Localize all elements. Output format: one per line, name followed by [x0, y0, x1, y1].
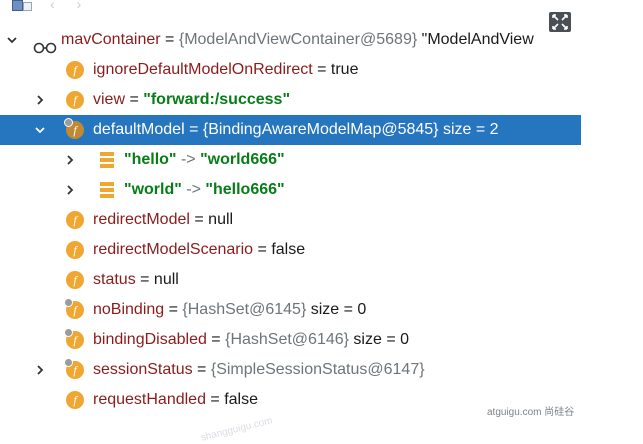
map-key: "hello" — [124, 151, 177, 168]
navigation-arrows: ‹› — [50, 0, 103, 12]
object-reference: {SimpleSessionStatus@6147} — [210, 361, 425, 378]
object-reference: {ModelAndViewContainer@5689} — [178, 31, 418, 48]
field-name: sessionStatus — [93, 361, 193, 378]
tree-row-text: ignoreDefaultModelOnRedirect = true — [93, 55, 358, 85]
map-value: "hello666" — [205, 181, 285, 198]
field-value: false — [271, 241, 306, 258]
map-entry-icon — [100, 182, 114, 198]
field-icon: f — [66, 61, 84, 79]
field-icon: f — [66, 211, 84, 229]
back-icon[interactable]: ‹ — [50, 0, 77, 12]
field-name: bindingDisabled — [93, 331, 207, 348]
tree-row-bindingDisabled[interactable]: f bindingDisabled = {HashSet@6146} size … — [0, 325, 581, 355]
tree-row-map-entry[interactable]: "hello" -> "world666" — [0, 145, 581, 175]
field-icon: f — [64, 328, 84, 349]
equals-sign: = — [205, 391, 225, 408]
tree-row-redirectModel[interactable]: f redirectModel = null — [0, 205, 581, 235]
debugger-frame-icon[interactable] — [12, 0, 38, 12]
watch-glasses-icon — [33, 35, 57, 54]
variables-panel: ‹› mavContainer = {ModelAndViewContainer… — [0, 0, 581, 437]
size-label: size = 2 — [438, 121, 499, 138]
variable-name: mavContainer — [61, 31, 161, 48]
map-arrow: -> — [181, 181, 206, 198]
field-value: null — [153, 271, 179, 288]
size-label: size = 0 — [348, 331, 410, 348]
field-name: requestHandled — [93, 391, 206, 408]
expand-chevron-icon[interactable] — [63, 145, 77, 175]
map-entry-icon — [100, 152, 114, 168]
expand-chevron-icon[interactable] — [63, 175, 77, 205]
field-icon: f — [66, 91, 84, 109]
tree-row-text: status = null — [93, 265, 179, 295]
tree-row-ignoreDefaultModelOnRedirect[interactable]: f ignoreDefaultModelOnRedirect = true — [0, 55, 581, 85]
field-name: noBinding — [93, 301, 165, 318]
debug-toolbar: ‹› — [0, 0, 581, 32]
field-icon: f — [64, 358, 84, 379]
field-name: defaultModel — [93, 121, 185, 138]
tree-row-text: requestHandled = false — [93, 385, 258, 415]
field-name: redirectModelScenario — [93, 241, 254, 258]
tree-row-sessionStatus[interactable]: f sessionStatus = {SimpleSessionStatus@6… — [0, 355, 581, 385]
size-label: size = 0 — [306, 301, 367, 318]
tree-row-text: "hello" -> "world666" — [124, 145, 285, 175]
equals-sign: = — [189, 211, 209, 228]
map-key: "world" — [124, 181, 182, 198]
object-reference: {HashSet@6145} — [182, 301, 307, 318]
field-name: view — [93, 91, 126, 108]
equals-sign: = — [206, 331, 226, 348]
expand-chevron-icon[interactable] — [33, 355, 47, 385]
tree-row-mavContainer[interactable]: mavContainer = {ModelAndViewContainer@56… — [0, 25, 581, 55]
equals-sign: = — [184, 121, 203, 138]
equals-sign: = — [125, 91, 144, 108]
field-value: false — [224, 391, 258, 408]
tree-row-redirectModelScenario[interactable]: f redirectModelScenario = false — [0, 235, 581, 265]
string-value: "forward:/success" — [143, 91, 291, 108]
tree-row-text: noBinding = {HashSet@6145} size = 0 — [93, 295, 366, 325]
field-name: status — [93, 271, 136, 288]
tree-row-text: defaultModel = {BindingAwareModelMap@584… — [93, 115, 499, 145]
equals-sign: = — [135, 271, 154, 288]
tree-row-view[interactable]: f view = "forward:/success" — [0, 85, 581, 115]
field-icon: f — [64, 298, 84, 319]
expand-chevron-icon[interactable] — [33, 85, 47, 115]
tree-row-text: redirectModelScenario = false — [93, 235, 305, 265]
equals-sign: = — [192, 361, 211, 378]
map-arrow: -> — [176, 151, 201, 168]
equals-sign: = — [164, 301, 183, 318]
tree-row-text: view = "forward:/success" — [93, 85, 290, 115]
field-icon: f — [66, 391, 84, 409]
field-name: redirectModel — [93, 211, 190, 228]
watermark: atguigu.com 尚硅谷 — [487, 407, 575, 418]
tree-row-text: redirectModel = null — [93, 205, 233, 235]
field-name: ignoreDefaultModelOnRedirect — [93, 61, 313, 78]
equals-sign: = — [312, 61, 331, 78]
field-value: true — [330, 61, 359, 78]
tree-row-text: sessionStatus = {SimpleSessionStatus@614… — [93, 355, 425, 385]
tree-row-text: "world" -> "hello666" — [124, 175, 285, 205]
field-icon: f — [64, 118, 84, 139]
tree-row-text: mavContainer = {ModelAndViewContainer@56… — [61, 25, 534, 55]
tree-row-status[interactable]: f status = null — [0, 265, 581, 295]
map-value: "world666" — [200, 151, 285, 168]
collapse-chevron-icon[interactable] — [5, 25, 19, 55]
tree-row-map-entry[interactable]: "world" -> "hello666" — [0, 175, 581, 205]
field-value: null — [208, 211, 234, 228]
field-icon: f — [66, 271, 84, 289]
tree-row-text: bindingDisabled = {HashSet@6146} size = … — [93, 325, 409, 355]
object-description: "ModelAndView — [417, 31, 534, 48]
field-icon: f — [66, 241, 84, 259]
object-reference: {BindingAwareModelMap@5845} — [202, 121, 439, 138]
collapse-chevron-icon[interactable] — [33, 115, 47, 145]
forward-icon[interactable]: › — [77, 0, 104, 12]
equals-sign: = — [253, 241, 272, 258]
object-reference: {HashSet@6146} — [225, 331, 349, 348]
tree-row-noBinding[interactable]: f noBinding = {HashSet@6145} size = 0 — [0, 295, 581, 325]
equals-sign: = — [160, 31, 179, 48]
tree-row-defaultModel-selected[interactable]: f defaultModel = {BindingAwareModelMap@5… — [0, 115, 581, 145]
